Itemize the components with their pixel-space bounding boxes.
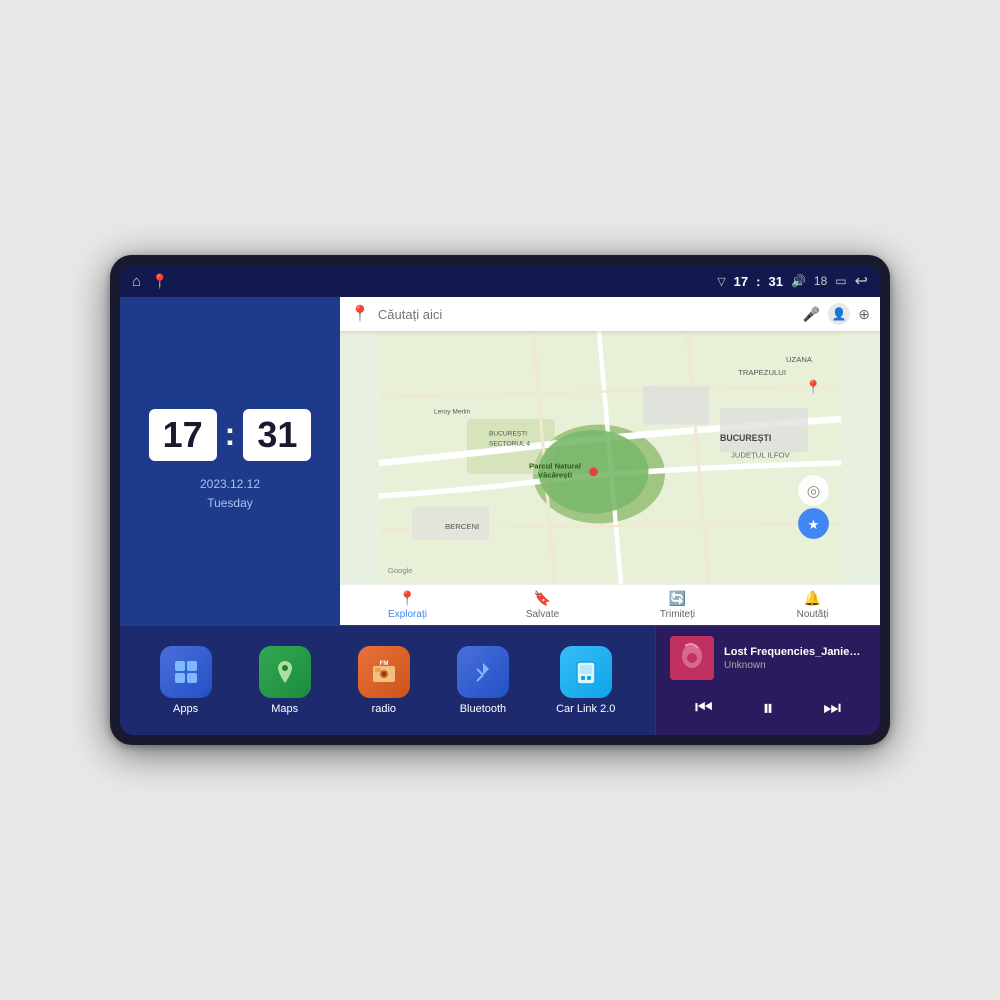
apps-label: Apps (173, 703, 198, 715)
music-player: Lost Frequencies_Janieck Devy-... Unknow… (655, 626, 880, 735)
svg-text:BUCUREȘTI: BUCUREȘTI (489, 431, 527, 438)
radio-icon: FM (358, 646, 410, 698)
bluetooth-icon (457, 646, 509, 698)
music-title: Lost Frequencies_Janieck Devy-... (724, 646, 866, 658)
saved-label: Salvate (526, 609, 559, 620)
app-item-maps[interactable]: Maps (259, 646, 311, 715)
map-layers-icon[interactable]: ⊕ (858, 306, 870, 323)
explore-label: Explorați (388, 609, 427, 620)
battery-level: 18 (814, 274, 827, 288)
top-section: 17 : 31 2023.12.12 Tuesday 📍 (120, 297, 880, 625)
clock-hours: 17 (149, 409, 217, 461)
map-widget: 📍 🎤 👤 ⊕ (340, 297, 880, 625)
clock-minutes: 31 (243, 409, 311, 461)
svg-text:JUDEȚUL ILFOV: JUDEȚUL ILFOV (731, 451, 791, 460)
explore-icon: 📍 (399, 590, 416, 607)
music-info: Lost Frequencies_Janieck Devy-... Unknow… (670, 636, 866, 680)
apps-row: Apps Maps (120, 626, 655, 735)
svg-text:Leroy Merlin: Leroy Merlin (434, 409, 471, 416)
svg-text:UZANA: UZANA (786, 355, 813, 364)
map-tab-news[interactable]: 🔔 Noutăți (745, 585, 880, 625)
maps-icon (259, 646, 311, 698)
car-display-device: ⌂ 📍 ▽ 17 : 31 🔊 18 ▭ ↩ 17 (110, 255, 890, 745)
clock-date: 2023.12.12 Tuesday (200, 475, 260, 513)
svg-text:BERCENI: BERCENI (445, 522, 479, 531)
map-svg: Parcul Natural Văcărești BUCUREȘTI JUDEȚ… (340, 331, 880, 584)
device-screen: ⌂ 📍 ▽ 17 : 31 🔊 18 ▭ ↩ 17 (120, 265, 880, 735)
clock-colon: : (225, 416, 236, 453)
clock-widget: 17 : 31 2023.12.12 Tuesday (120, 297, 340, 625)
music-controls: ⏮ ⏸ ⏭ (670, 691, 866, 725)
svg-text:SECTORUL 4: SECTORUL 4 (489, 440, 530, 447)
main-content: 17 : 31 2023.12.12 Tuesday 📍 (120, 297, 880, 735)
news-label: Noutăți (797, 609, 829, 620)
status-right-info: ▽ 17 : 31 🔊 18 ▭ ↩ (717, 271, 868, 291)
map-tab-share[interactable]: 🔄 Trimiteți (610, 585, 745, 625)
map-search-controls: 🎤 👤 ⊕ (803, 303, 870, 325)
play-pause-button[interactable]: ⏸ (754, 691, 781, 725)
status-time: 17 (734, 274, 748, 289)
svg-text:◎: ◎ (807, 483, 820, 500)
status-bar: ⌂ 📍 ▽ 17 : 31 🔊 18 ▭ ↩ (120, 265, 880, 297)
svg-text:BUCUREȘTI: BUCUREȘTI (720, 433, 771, 443)
prev-button[interactable]: ⏮ (687, 693, 721, 724)
saved-icon: 🔖 (534, 590, 551, 607)
next-button[interactable]: ⏭ (815, 693, 849, 724)
battery-icon: ▭ (835, 274, 846, 288)
music-text: Lost Frequencies_Janieck Devy-... Unknow… (724, 646, 866, 671)
share-label: Trimiteți (660, 609, 695, 620)
music-thumbnail (670, 636, 714, 680)
carlink-icon (560, 646, 612, 698)
clock-display: 17 : 31 (149, 409, 312, 461)
volume-icon: 🔊 (791, 274, 806, 288)
status-time-sep: : (756, 274, 760, 289)
map-mic-icon[interactable]: 🎤 (803, 306, 820, 323)
app-item-bluetooth[interactable]: Bluetooth (457, 646, 509, 715)
map-tab-explore[interactable]: 📍 Explorați (340, 585, 475, 625)
home-icon[interactable]: ⌂ (132, 273, 141, 290)
radio-label: radio (372, 703, 396, 715)
svg-text:Parcul Natural: Parcul Natural (529, 462, 581, 471)
back-icon[interactable]: ↩ (855, 271, 868, 291)
bottom-section: Apps Maps (120, 625, 880, 735)
carlink-label: Car Link 2.0 (556, 703, 615, 715)
svg-text:📍: 📍 (805, 380, 821, 395)
apps-icon (160, 646, 212, 698)
svg-text:★: ★ (808, 517, 820, 532)
music-artist: Unknown (724, 660, 866, 671)
svg-text:FM: FM (379, 661, 388, 667)
svg-text:Văcărești: Văcărești (538, 470, 572, 479)
share-icon: 🔄 (669, 590, 686, 607)
maps-pin-icon[interactable]: 📍 (151, 273, 168, 290)
map-pin-icon: 📍 (350, 304, 370, 324)
app-item-apps[interactable]: Apps (160, 646, 212, 715)
maps-label: Maps (271, 703, 298, 715)
svg-text:TRAPEZULUI: TRAPEZULUI (738, 368, 786, 377)
app-item-carlink[interactable]: Car Link 2.0 (556, 646, 615, 715)
map-search-input[interactable] (378, 307, 795, 322)
map-search-bar: 📍 🎤 👤 ⊕ (340, 297, 880, 331)
signal-icon: ▽ (717, 275, 725, 288)
status-time-min: 31 (768, 274, 782, 289)
news-icon: 🔔 (804, 590, 821, 607)
app-item-radio[interactable]: FM radio (358, 646, 410, 715)
svg-text:Google: Google (388, 566, 413, 575)
map-tab-saved[interactable]: 🔖 Salvate (475, 585, 610, 625)
bluetooth-label: Bluetooth (460, 703, 506, 715)
status-left-icons: ⌂ 📍 (132, 273, 169, 290)
map-bottom-bar: 📍 Explorați 🔖 Salvate 🔄 Trimiteți � (340, 584, 880, 625)
map-body[interactable]: Parcul Natural Văcărești BUCUREȘTI JUDEȚ… (340, 331, 880, 584)
map-account-icon[interactable]: 👤 (828, 303, 850, 325)
